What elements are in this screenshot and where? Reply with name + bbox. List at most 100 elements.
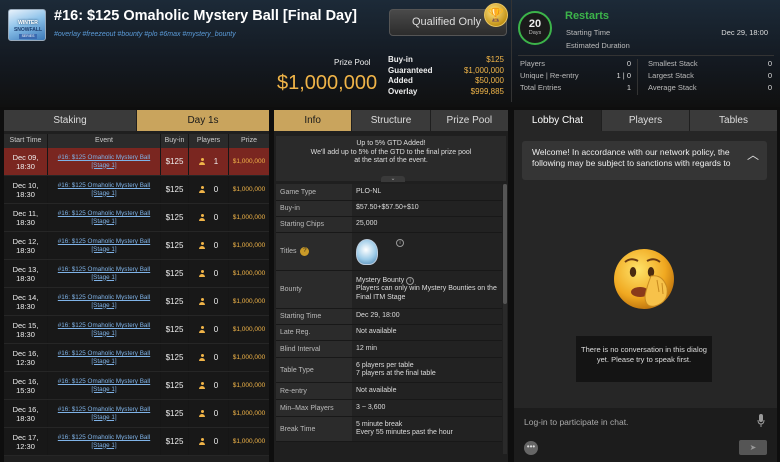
- tab-tables[interactable]: Tables: [690, 110, 777, 131]
- row-prize: $1,000,000: [232, 242, 266, 249]
- mid-tabs: Info Structure Prize Pool: [274, 110, 508, 131]
- table-row[interactable]: Dec 16, 18:30 #16: $125 Omaholic Mystery B…: [4, 400, 269, 428]
- series-logo: WINTER SNOWFALL SERIES: [8, 9, 46, 41]
- tab-day-1s[interactable]: Day 1s: [137, 110, 269, 131]
- row-event-link[interactable]: #16: $125 Omaholic Mystery Ball [Stage 1…: [48, 428, 161, 455]
- row-event-link[interactable]: #16: $125 Omaholic Mystery Ball [Stage 1…: [48, 400, 161, 427]
- info-row: Blind Interval 12 min: [276, 341, 502, 358]
- table-row[interactable]: Dec 13, 18:30 #16: $125 Omaholic Mystery B…: [4, 260, 269, 288]
- tab-lobby-chat[interactable]: Lobby Chat: [514, 110, 601, 131]
- row-start-time: Dec 16, 18:30: [4, 400, 48, 427]
- row-event-link[interactable]: #16: $125 Omaholic Mystery Ball [Stage 1…: [48, 372, 161, 399]
- info-row: Starting Time Dec 29, 18:00: [276, 309, 502, 325]
- row-buyin: $125: [161, 148, 189, 175]
- info-key: Buy-in: [276, 201, 352, 216]
- row-event-link[interactable]: #16: $125 Omaholic Mystery Ball [Stage 1…: [48, 204, 161, 231]
- info-panel: Info Structure Prize Pool Up to 5% GTD A…: [274, 110, 508, 462]
- row-prize: $1,000,000: [232, 214, 266, 221]
- header-divider: [511, 0, 512, 102]
- col-prize[interactable]: Prize: [229, 134, 269, 148]
- stats-divider: [518, 55, 774, 56]
- info-row: Game Type PLO-NL: [276, 184, 502, 201]
- table-row[interactable]: Dec 15, 18:30 #16: $125 Omaholic Mystery B…: [4, 316, 269, 344]
- table-row[interactable]: Dec 09, 18:30 #16: $125 Omaholic Mystery B…: [4, 148, 269, 176]
- col-start-time[interactable]: Start Time: [4, 134, 48, 148]
- row-players: 0: [189, 344, 229, 371]
- tab-staking[interactable]: Staking: [4, 110, 136, 131]
- info-scrollbar[interactable]: [503, 184, 507, 454]
- title-badge-icon[interactable]: ?: [300, 247, 310, 256]
- tournament-header: WINTER SNOWFALL SERIES #16: $125 Omaholi…: [0, 0, 780, 107]
- info-row: Re-entry Not available: [276, 383, 502, 400]
- scrollbar-thumb[interactable]: [503, 184, 507, 304]
- row-start-time: Dec 13, 18:30: [4, 260, 48, 287]
- row-start-time: Dec 14, 18:30: [4, 288, 48, 315]
- microphone-icon[interactable]: [757, 414, 765, 428]
- restarts-label: Restarts: [565, 10, 610, 22]
- table-row[interactable]: Dec 12, 18:30 #16: $125 Omaholic Mystery B…: [4, 232, 269, 260]
- info-value: 6 players per table 7 players at the fina…: [352, 358, 502, 382]
- snow-globe-icon[interactable]: [356, 238, 378, 265]
- info-icon[interactable]: i: [406, 276, 415, 285]
- info-value: 3 ~ 3,600: [352, 400, 502, 416]
- row-buyin: $125: [161, 176, 189, 203]
- row-event-link[interactable]: #16: $125 Omaholic Mystery Ball [Stage 1…: [48, 316, 161, 343]
- row-event-link[interactable]: #16: $125 Omaholic Mystery Ball [Stage 1…: [48, 148, 161, 175]
- more-options-icon[interactable]: •••: [524, 441, 538, 455]
- row-buyin: $125: [161, 204, 189, 231]
- row-event-link[interactable]: #16: $125 Omaholic Mystery Ball [Stage 1…: [48, 260, 161, 287]
- table-row[interactable]: Dec 11, 18:30 #16: $125 Omaholic Mystery B…: [4, 204, 269, 232]
- table-row[interactable]: Dec 16, 15:30 #16: $125 Omaholic Mystery B…: [4, 372, 269, 400]
- days-counter: 20 Days: [518, 11, 552, 45]
- info-value: PLO-NL: [352, 184, 502, 200]
- row-players: 0: [189, 372, 229, 399]
- info-key: Blind Interval: [276, 341, 352, 357]
- info-icon[interactable]: i: [396, 238, 404, 247]
- row-event-link[interactable]: #16: $125 Omaholic Mystery Ball [Stage 1…: [48, 232, 161, 259]
- tournament-tags[interactable]: #overlay #freezeout #bounty #plo #6max #…: [54, 31, 236, 38]
- player-icon: [199, 382, 206, 389]
- col-event[interactable]: Event: [48, 134, 161, 148]
- row-buyin: $125: [161, 372, 189, 399]
- info-row: Table Type 6 players per table 7 players a…: [276, 358, 502, 383]
- info-key: Min–Max Players: [276, 400, 352, 416]
- info-value: 12 min: [352, 341, 502, 357]
- row-buyin: $125: [161, 316, 189, 343]
- left-tabs: Staking Day 1s: [4, 110, 269, 131]
- row-prize: $1,000,000: [232, 270, 266, 277]
- info-value: Not available: [352, 325, 502, 340]
- table-row[interactable]: Dec 17, 12:30 #16: $125 Omaholic Mystery B…: [4, 428, 269, 456]
- row-prize: $1,000,000: [232, 298, 266, 305]
- info-key: Re-entry: [276, 383, 352, 399]
- row-event-link[interactable]: #16: $125 Omaholic Mystery Ball [Stage 1…: [48, 288, 161, 315]
- row-start-time: Dec 16, 15:30: [4, 372, 48, 399]
- send-button[interactable]: ➤: [739, 440, 767, 455]
- row-start-time: Dec 11, 18:30: [4, 204, 48, 231]
- info-row: Late Reg. Not available: [276, 325, 502, 341]
- info-key: Starting Time: [276, 309, 352, 324]
- col-buyin[interactable]: Buy-in: [161, 134, 189, 148]
- tab-info[interactable]: Info: [274, 110, 352, 131]
- table-row[interactable]: Dec 16, 12:30 #16: $125 Omaholic Mystery B…: [4, 344, 269, 372]
- chevron-down-icon[interactable]: ⌄: [381, 176, 405, 182]
- player-icon: [199, 410, 206, 417]
- tab-players[interactable]: Players: [602, 110, 689, 131]
- row-event-link[interactable]: #16: $125 Omaholic Mystery Ball [Stage 1…: [48, 344, 161, 371]
- chevron-up-icon[interactable]: ︿: [747, 149, 759, 161]
- chat-input-placeholder[interactable]: Log-in to participate in chat.: [524, 417, 628, 427]
- tab-structure[interactable]: Structure: [352, 110, 430, 131]
- row-players: 0: [189, 400, 229, 427]
- day1-list: Dec 09, 18:30 #16: $125 Omaholic Mystery B…: [4, 148, 269, 456]
- prize-pool-label: Prize Pool: [334, 58, 371, 67]
- player-icon: [199, 270, 206, 277]
- tournament-title: #16: $125 Omaholic Mystery Ball [Final D…: [54, 8, 358, 24]
- row-buyin: $125: [161, 400, 189, 427]
- trophy-icon: 🏆: [484, 3, 508, 27]
- table-row[interactable]: Dec 10, 18:30 #16: $125 Omaholic Mystery B…: [4, 176, 269, 204]
- player-icon: [199, 158, 206, 165]
- row-event-link[interactable]: #16: $125 Omaholic Mystery Ball [Stage 1…: [48, 176, 161, 203]
- tab-prize-pool[interactable]: Prize Pool: [430, 110, 508, 131]
- col-players[interactable]: Players: [189, 134, 229, 148]
- row-players: 0: [189, 232, 229, 259]
- table-row[interactable]: Dec 14, 18:30 #16: $125 Omaholic Mystery B…: [4, 288, 269, 316]
